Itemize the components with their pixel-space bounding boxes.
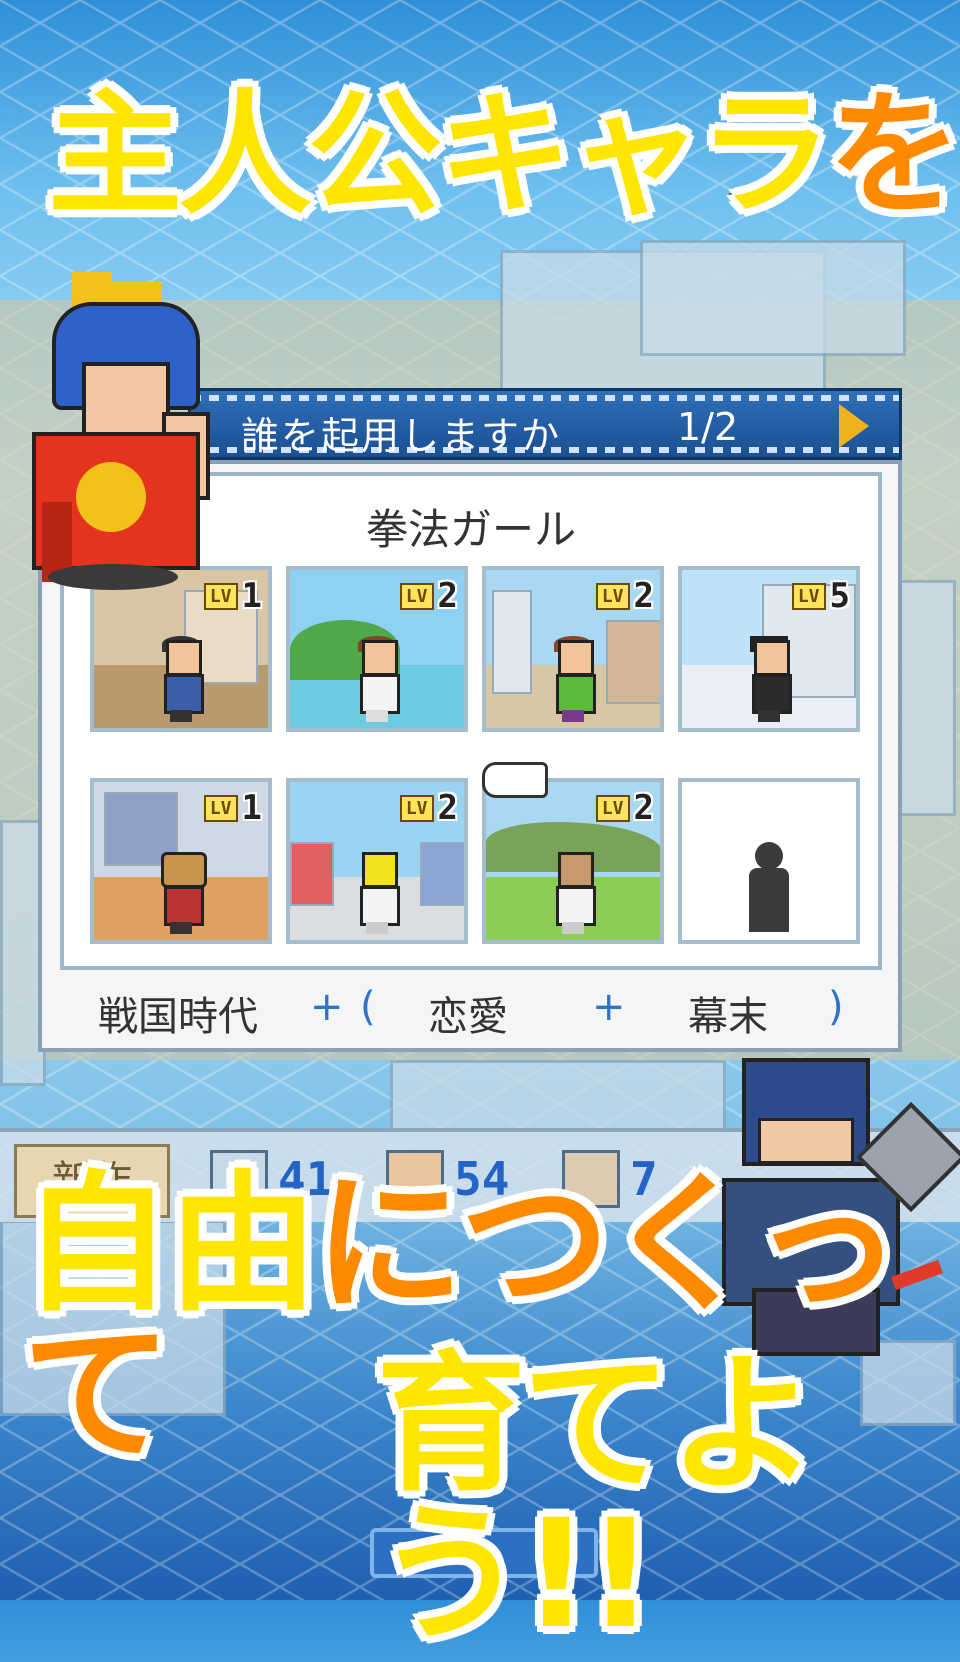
character-card-locked[interactable] [678,778,860,944]
character-sprite [746,636,792,722]
genre-combination: 戦国時代 + ( 恋愛 + 幕末 ) [42,984,898,1044]
level-badge: LV 1 [203,788,262,828]
level-number: 2 [633,788,654,828]
character-card[interactable]: LV 2 [286,566,468,732]
open-paren: ( [360,984,376,1030]
level-tag: LV [791,582,826,610]
character-card[interactable]: LV 1 [90,778,272,944]
level-number: 2 [437,788,458,828]
level-number: 1 [241,788,262,828]
character-card[interactable]: LV 2 [286,778,468,944]
pointer-hand-icon [482,762,548,798]
hero-character-sprite [12,272,232,602]
character-card[interactable]: LV 5 [678,566,860,732]
level-number: 2 [633,576,654,616]
genre-1: 戦国時代 [98,994,258,1040]
background-building [640,240,906,356]
headline-bottom: 育てよう!! [373,1347,960,1653]
headline-middle-main: 自由 [19,1158,321,1332]
level-tag: LV [595,794,630,822]
level-badge: LV 2 [595,576,654,616]
level-number: 1 [241,576,262,616]
level-tag: LV [399,582,434,610]
genre-3: 幕末 [688,994,768,1040]
character-sprite [550,852,596,934]
hero-pedestal [48,564,178,590]
level-badge: LV 2 [595,788,654,828]
level-number: 2 [437,576,458,616]
headline-top: 主人公キャラを [45,85,960,225]
character-card[interactable]: LV 2 [482,566,664,732]
dialog-title: 誰を起用しますか [241,414,562,458]
headline-top-main: 主人公キャラ [45,77,835,233]
dialog-title-bar: 誰を起用しますか 1/2 [188,388,902,460]
character-sprite [158,852,207,934]
level-number: 5 [829,576,850,616]
level-badge: LV 5 [791,576,850,616]
headline-bottom-text: 育てよう!! [373,1338,821,1662]
level-tag: LV [399,794,434,822]
background-building [390,1060,726,1136]
locked-silhouette [749,842,789,932]
next-page-arrow-icon[interactable] [839,404,869,448]
level-tag: LV [595,582,630,610]
level-badge: LV 2 [399,576,458,616]
headline-top-accent: を [825,77,960,233]
character-card[interactable]: LV 2 [482,778,664,944]
close-paren: ) [828,984,844,1030]
character-sprite [158,636,204,722]
plus-sign: + [310,984,344,1030]
character-sprite [550,636,596,722]
genre-2: 恋愛 [428,994,508,1040]
level-tag: LV [203,794,238,822]
plus-sign: + [592,984,626,1030]
level-badge: LV 2 [399,788,458,828]
page-indicator: 1/2 [677,405,739,449]
character-sprite [354,852,400,934]
character-sprite [354,636,400,722]
